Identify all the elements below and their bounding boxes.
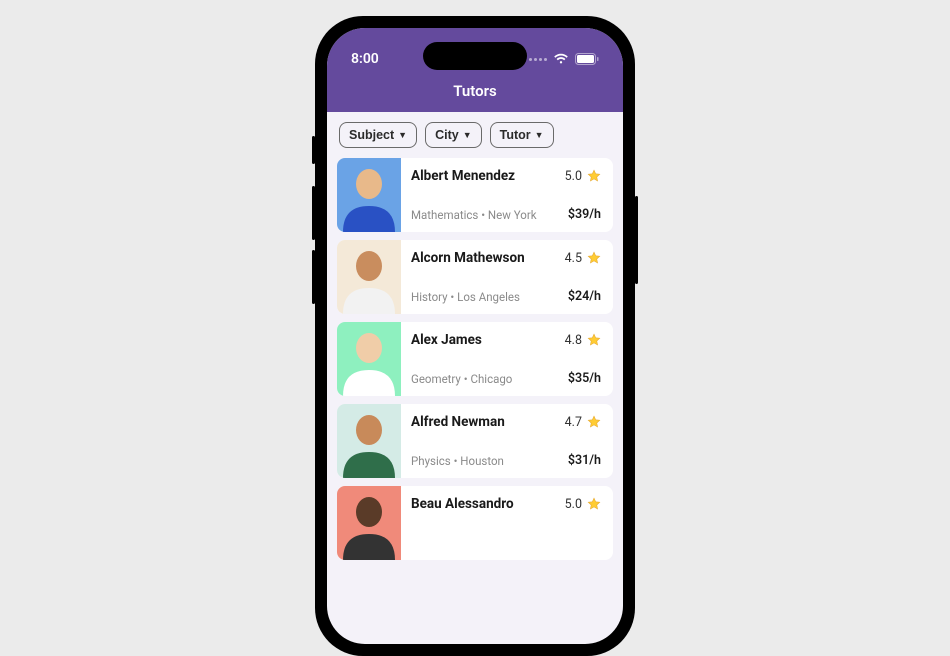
tutor-meta: Geometry • Chicago bbox=[411, 372, 512, 386]
status-time: 8:00 bbox=[351, 51, 379, 67]
volume-up-button bbox=[312, 186, 315, 240]
tutor-name: Alfred Newman bbox=[411, 414, 505, 430]
tutor-meta: Mathematics • New York bbox=[411, 208, 537, 222]
phone-frame: 8:00 Tutors Subject ▼ City ▼ Tutor ▼ bbox=[315, 16, 635, 656]
star-icon bbox=[587, 415, 601, 429]
chevron-down-icon: ▼ bbox=[535, 131, 544, 140]
rating-value: 4.8 bbox=[565, 333, 582, 348]
tutor-card[interactable]: Alcorn Mathewson 4.5 History • Los Angel… bbox=[337, 240, 613, 314]
star-icon bbox=[587, 251, 601, 265]
cellular-icon bbox=[529, 58, 547, 61]
rating-value: 5.0 bbox=[565, 497, 582, 512]
tutor-name: Alcorn Mathewson bbox=[411, 250, 525, 266]
star-icon bbox=[587, 169, 601, 183]
avatar bbox=[337, 404, 401, 478]
tutor-price: $31/h bbox=[568, 453, 601, 468]
tutor-card[interactable]: Beau Alessandro 5.0 bbox=[337, 486, 613, 560]
tutor-card[interactable]: Alex James 4.8 Geometry • Chicago $35/h bbox=[337, 322, 613, 396]
tutor-rating: 5.0 bbox=[565, 169, 601, 184]
tutor-meta: History • Los Angeles bbox=[411, 290, 520, 304]
chevron-down-icon: ▼ bbox=[398, 131, 407, 140]
star-icon bbox=[587, 497, 601, 511]
avatar bbox=[337, 486, 401, 560]
filter-label: City bbox=[435, 128, 459, 142]
tutor-card[interactable]: Albert Menendez 5.0 Mathematics • New Yo… bbox=[337, 158, 613, 232]
tutor-name: Alex James bbox=[411, 332, 482, 348]
battery-icon bbox=[575, 53, 599, 65]
avatar bbox=[337, 158, 401, 232]
filter-tutor[interactable]: Tutor ▼ bbox=[490, 122, 554, 148]
status-indicators bbox=[529, 53, 599, 65]
tutor-meta: Physics • Houston bbox=[411, 454, 504, 468]
tutor-card[interactable]: Alfred Newman 4.7 Physics • Houston $31/… bbox=[337, 404, 613, 478]
filter-bar: Subject ▼ City ▼ Tutor ▼ bbox=[327, 112, 623, 158]
filter-city[interactable]: City ▼ bbox=[425, 122, 482, 148]
tutor-price: $24/h bbox=[568, 289, 601, 304]
tutor-price: $35/h bbox=[568, 371, 601, 386]
power-button bbox=[635, 196, 638, 284]
tutor-rating: 5.0 bbox=[565, 497, 601, 512]
chevron-down-icon: ▼ bbox=[463, 131, 472, 140]
dynamic-island bbox=[423, 42, 527, 70]
volume-down-button bbox=[312, 250, 315, 304]
screen: 8:00 Tutors Subject ▼ City ▼ Tutor ▼ bbox=[327, 28, 623, 644]
tutor-name: Albert Menendez bbox=[411, 168, 515, 184]
filter-label: Subject bbox=[349, 128, 394, 142]
side-button bbox=[312, 136, 315, 164]
rating-value: 5.0 bbox=[565, 169, 582, 184]
card-body: Alcorn Mathewson 4.5 History • Los Angel… bbox=[401, 240, 613, 314]
wifi-icon bbox=[553, 53, 569, 65]
app-header: 8:00 Tutors bbox=[327, 28, 623, 112]
card-body: Beau Alessandro 5.0 bbox=[401, 486, 613, 560]
star-icon bbox=[587, 333, 601, 347]
tutor-name: Beau Alessandro bbox=[411, 496, 514, 512]
card-body: Alfred Newman 4.7 Physics • Houston $31/… bbox=[401, 404, 613, 478]
rating-value: 4.7 bbox=[565, 415, 582, 430]
rating-value: 4.5 bbox=[565, 251, 582, 266]
card-body: Alex James 4.8 Geometry • Chicago $35/h bbox=[401, 322, 613, 396]
tutor-rating: 4.8 bbox=[565, 333, 601, 348]
card-body: Albert Menendez 5.0 Mathematics • New Yo… bbox=[401, 158, 613, 232]
tutor-rating: 4.5 bbox=[565, 251, 601, 266]
tutor-price: $39/h bbox=[568, 207, 601, 222]
tutor-rating: 4.7 bbox=[565, 415, 601, 430]
avatar bbox=[337, 240, 401, 314]
filter-subject[interactable]: Subject ▼ bbox=[339, 122, 417, 148]
avatar bbox=[337, 322, 401, 396]
filter-label: Tutor bbox=[500, 128, 531, 142]
page-title: Tutors bbox=[327, 72, 623, 112]
